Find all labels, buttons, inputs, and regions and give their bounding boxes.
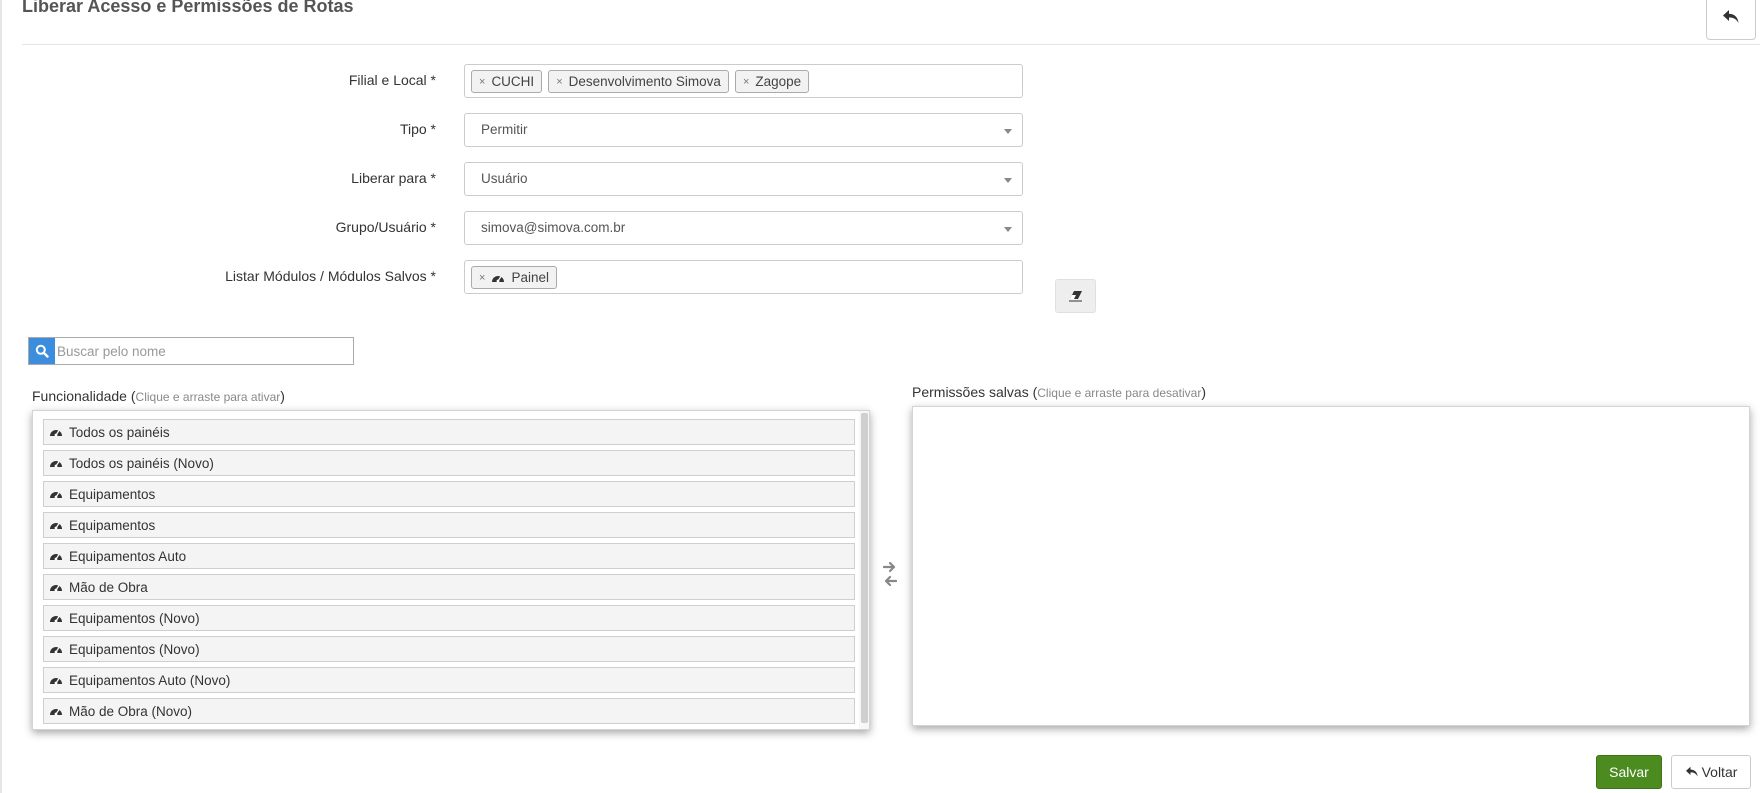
- list-item-label: Equipamentos: [69, 517, 156, 533]
- tipo-select[interactable]: Permitir: [464, 113, 1023, 147]
- grupo-value: simova@simova.com.br: [481, 220, 626, 235]
- filial-tag[interactable]: × Desenvolvimento Simova: [548, 70, 729, 93]
- tag-label: Zagope: [755, 74, 802, 89]
- modulo-tag[interactable]: × Painel: [471, 266, 557, 289]
- filial-tag[interactable]: × CUCHI: [471, 70, 543, 93]
- list-item[interactable]: Equipamentos Auto (Novo): [43, 667, 855, 693]
- transfer-arrows: [883, 561, 897, 587]
- list-item[interactable]: Todos os painéis: [43, 419, 855, 445]
- tipo-label: Tipo *: [399, 121, 436, 137]
- liberar-label: Liberar para *: [351, 170, 436, 186]
- grupo-select[interactable]: simova@simova.com.br: [464, 211, 1023, 245]
- back-button[interactable]: Voltar: [1671, 755, 1751, 789]
- list-item-label: Mão de Obra (Novo): [69, 703, 193, 719]
- liberar-value: Usuário: [481, 171, 528, 186]
- tag-label: Painel: [511, 270, 549, 285]
- saved-permissions-box[interactable]: [912, 406, 1750, 726]
- saved-heading: Permissões salvas (Clique e arraste para…: [912, 384, 1207, 400]
- funcionalidade-title: Funcionalidade: [32, 388, 127, 404]
- arrow-right-icon: [883, 561, 896, 573]
- reply-icon: [1685, 766, 1698, 777]
- search-input[interactable]: [57, 338, 351, 364]
- modulos-multiselect[interactable]: × Painel: [464, 260, 1023, 294]
- list-item-label: Equipamentos Auto: [69, 548, 187, 564]
- page-title: Liberar Acesso e Permissões de Rotas: [22, 0, 354, 16]
- modulos-label: Listar Módulos / Módulos Salvos *: [225, 268, 436, 284]
- remove-tag-icon[interactable]: ×: [743, 76, 749, 88]
- tag-label: CUCHI: [491, 74, 535, 89]
- dashboard-icon: [50, 430, 62, 437]
- dashboard-icon: [50, 678, 62, 685]
- dashboard-icon: [50, 616, 62, 623]
- header-divider: [22, 44, 1760, 45]
- list-item-label: Equipamentos (Novo): [69, 641, 200, 657]
- tipo-value: Permitir: [481, 122, 528, 137]
- filial-multiselect[interactable]: × CUCHI × Desenvolvimento Simova × Zagope: [464, 64, 1023, 98]
- list-item[interactable]: Mão de Obra (Novo): [43, 698, 855, 724]
- chevron-down-icon: [1004, 178, 1012, 183]
- page-left-border: [0, 0, 2, 793]
- dashboard-icon: [492, 275, 505, 282]
- list-item-label: Equipamentos (Novo): [69, 610, 200, 626]
- list-item[interactable]: Equipamentos: [43, 512, 855, 538]
- reply-icon: [1723, 10, 1739, 23]
- saved-title: Permissões salvas: [912, 384, 1029, 400]
- grupo-label: Grupo/Usuário *: [335, 219, 436, 235]
- funcionalidade-heading: Funcionalidade (Clique e arraste para at…: [32, 388, 285, 404]
- eraser-icon: [1068, 291, 1082, 302]
- search-box: [28, 337, 354, 365]
- liberar-select[interactable]: Usuário: [464, 162, 1023, 196]
- list-item-label: Todos os painéis (Novo): [69, 455, 214, 471]
- remove-tag-icon[interactable]: ×: [479, 76, 485, 88]
- tag-label: Desenvolvimento Simova: [568, 74, 721, 89]
- scrollbar-thumb[interactable]: [861, 413, 868, 723]
- search-icon[interactable]: [29, 338, 55, 364]
- dashboard-icon: [50, 461, 62, 468]
- list-item[interactable]: Equipamentos (Novo): [43, 605, 855, 631]
- funcionalidade-hint: Clique e arraste para ativar: [135, 390, 281, 404]
- arrow-left-icon: [884, 575, 897, 587]
- list-item[interactable]: Mão de Obra: [43, 574, 855, 600]
- dashboard-icon: [50, 523, 62, 530]
- chevron-down-icon: [1004, 227, 1012, 232]
- filial-label: Filial e Local *: [348, 72, 436, 88]
- list-item-label: Mão de Obra: [69, 579, 148, 595]
- list-item[interactable]: Todos os painéis (Novo): [43, 450, 855, 476]
- list-item-label: Equipamentos: [69, 486, 156, 502]
- list-item[interactable]: Equipamentos Auto: [43, 543, 855, 569]
- list-item[interactable]: Equipamentos: [43, 481, 855, 507]
- clear-modules-button[interactable]: [1055, 279, 1096, 313]
- dashboard-icon: [50, 709, 62, 716]
- dashboard-icon: [50, 492, 62, 499]
- back-button-label: Voltar: [1701, 764, 1738, 780]
- remove-tag-icon[interactable]: ×: [479, 272, 485, 284]
- list-item-label: Equipamentos Auto (Novo): [69, 672, 231, 688]
- saved-hint: Clique e arraste para desativar: [1037, 386, 1202, 400]
- dashboard-icon: [50, 585, 62, 592]
- funcionalidade-list-box[interactable]: Todos os painéis Todos os painéis (Novo)…: [32, 410, 870, 730]
- dashboard-icon: [50, 554, 62, 561]
- filial-tag[interactable]: × Zagope: [734, 70, 810, 93]
- remove-tag-icon[interactable]: ×: [556, 76, 562, 88]
- save-button[interactable]: Salvar: [1596, 755, 1662, 789]
- list-item[interactable]: Equipamentos (Novo): [43, 636, 855, 662]
- list-scrollbar[interactable]: [859, 411, 869, 729]
- list-item-label: Todos os painéis: [69, 424, 170, 440]
- header-back-button[interactable]: [1706, 0, 1756, 40]
- chevron-down-icon: [1004, 129, 1012, 134]
- dashboard-icon: [50, 647, 62, 654]
